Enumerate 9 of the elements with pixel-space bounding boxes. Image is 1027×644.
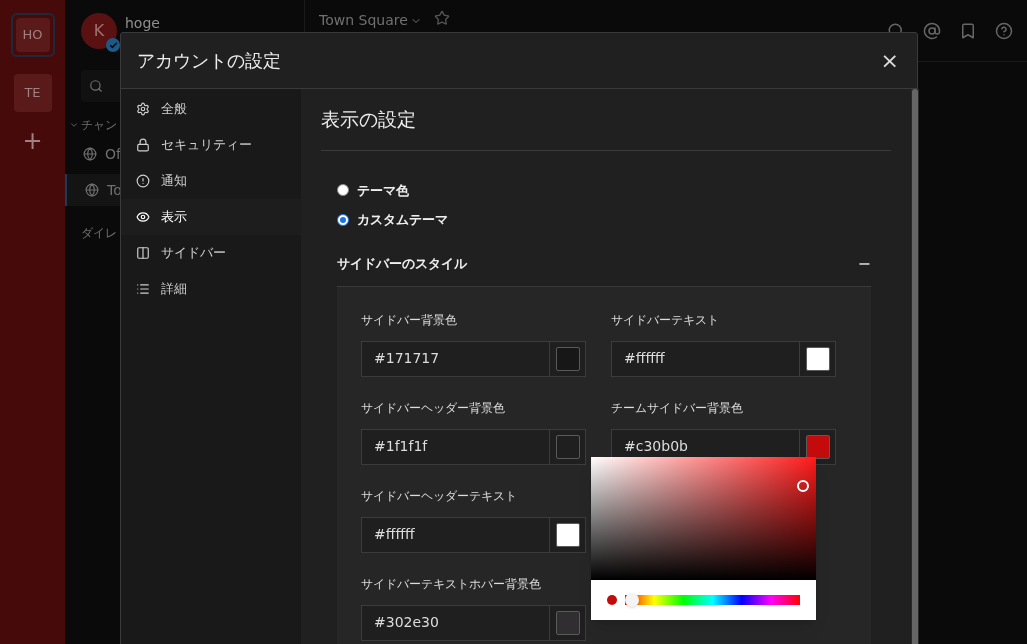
field-label: チームサイドバー背景色: [611, 399, 744, 417]
field-label: サイドバーテキスト: [611, 311, 720, 329]
field-label: サイドバーヘッダーテキスト: [361, 487, 518, 505]
field-label: サイドバーヘッダー背景色: [361, 399, 506, 417]
section-heading: 表示の設定: [321, 105, 891, 151]
user-name: hoge: [125, 14, 160, 33]
modal-title: アカウントの設定: [137, 49, 281, 73]
field-label: サイドバーテキストホバー背景色: [361, 575, 542, 593]
field-label: サイドバー背景色: [361, 311, 458, 329]
